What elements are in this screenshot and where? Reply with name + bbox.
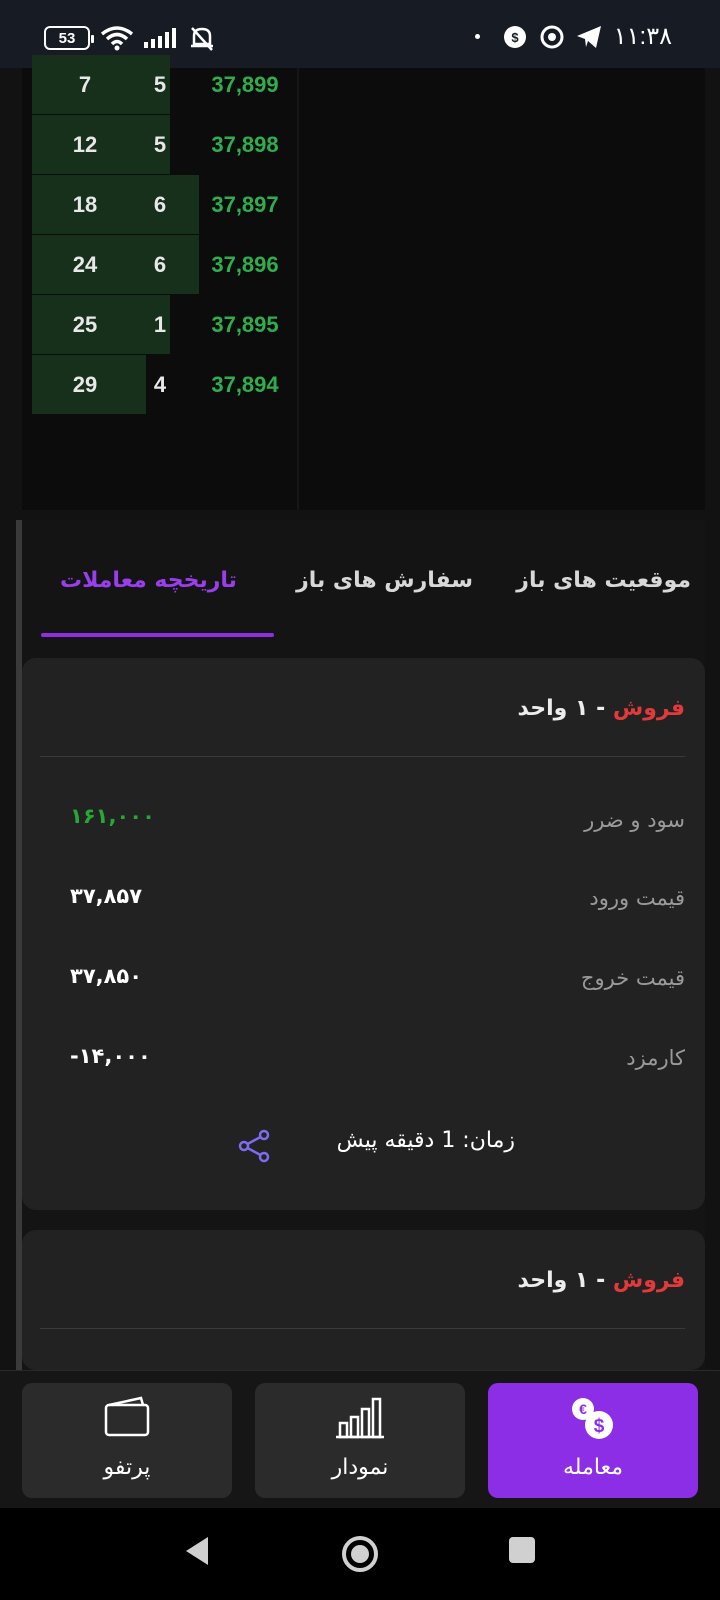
trade-quantity: - ۱ واحد [517, 1268, 613, 1293]
trades-section: موقعیت های باز سفارش های باز تاریخچه معا… [16, 520, 705, 1370]
signal-icon [144, 28, 176, 48]
currency-exchange-icon: €$ [572, 1398, 613, 1439]
trade-quantity: - ۱ واحد [517, 696, 613, 721]
tab-trade-history[interactable]: تاریخچه معاملات [60, 568, 237, 593]
cumulative-quantity: 18 [72, 192, 98, 217]
cumulative-quantity: 12 [72, 132, 98, 157]
order-book-row[interactable]: 24 6 37,896 [22, 235, 297, 294]
app-badge-icon: $ [503, 25, 526, 48]
cumulative-quantity: 24 [72, 252, 98, 277]
quantity: 5 [153, 132, 167, 157]
cumulative-quantity: 7 [78, 72, 92, 97]
bid-price: 37,899 [211, 72, 279, 97]
tabs: موقعیت های باز سفارش های باز تاریخچه معا… [22, 520, 705, 637]
card-divider [40, 756, 685, 757]
telegram-icon [576, 25, 601, 48]
recents-icon[interactable] [506, 1534, 538, 1566]
svg-text:$: $ [511, 30, 519, 45]
pnl-value: ۱۶۱,۰۰۰ [70, 804, 155, 828]
bid-price: 37,894 [211, 372, 279, 397]
clock: ۱۱:۳۸ [613, 23, 672, 50]
order-book-row[interactable]: 25 1 37,895 [22, 295, 297, 354]
entry-price-value: ۳۷,۸۵۷ [70, 884, 143, 908]
quantity: 5 [153, 72, 167, 97]
trade-title: فروش - ۱ واحد [518, 696, 685, 721]
svg-text:$: $ [594, 1416, 605, 1437]
quantity: 4 [153, 372, 167, 397]
bid-price: 37,897 [211, 192, 279, 217]
active-tab-indicator [41, 633, 274, 637]
system-nav-bar [0, 1508, 720, 1600]
battery-icon: 53 [44, 26, 94, 50]
trade-card: فروش - ۱ واحد سود و ضرر ۱۶۱,۰۰۰ قیمت ورو… [22, 658, 705, 1210]
nav-portfolio-button[interactable]: پرتفو [22, 1383, 232, 1498]
quantity: 6 [153, 192, 167, 217]
trade-time: زمان: 1 دقیقه پیش [336, 1128, 515, 1153]
order-book-row[interactable]: 29 4 37,894 [22, 355, 297, 414]
exit-price-label: قیمت خروج [580, 966, 685, 990]
tab-open-orders[interactable]: سفارش های باز [296, 568, 473, 593]
notification-dot-icon [474, 34, 480, 39]
cumulative-quantity: 25 [72, 312, 98, 337]
bid-price: 37,895 [211, 312, 279, 337]
bottom-nav: پرتفو نمودار € $ معامله [0, 1370, 720, 1508]
bid-price: 37,898 [211, 132, 279, 157]
fee-value: -۱۴,۰۰۰ [70, 1044, 151, 1068]
trade-side: فروش [612, 696, 685, 721]
nav-trade-button[interactable]: € $ معامله [488, 1383, 698, 1498]
fee-label: کارمزد [626, 1046, 685, 1070]
svg-text:€: € [579, 1401, 587, 1417]
wifi-icon [100, 26, 134, 51]
exit-price-value: ۳۷,۸۵۰ [70, 964, 143, 988]
card-divider [40, 1328, 685, 1329]
nav-portfolio-label: پرتفو [103, 1455, 151, 1480]
order-book: 7 5 37,899 12 5 37,898 18 6 37,897 24 6 37,896 25 1 37… [22, 55, 705, 510]
trade-side: فروش [612, 1268, 685, 1293]
nav-chart-button[interactable]: نمودار [255, 1383, 465, 1498]
bid-price: 37,896 [211, 252, 279, 277]
pnl-label: سود و ضرر [584, 808, 685, 832]
home-icon[interactable] [340, 1534, 380, 1574]
order-book-row[interactable]: 7 5 37,899 [22, 55, 297, 114]
order-book-row[interactable]: 12 5 37,898 [22, 115, 297, 174]
chrome-icon [540, 25, 564, 48]
bar-chart-icon [336, 1397, 384, 1439]
back-icon[interactable] [182, 1534, 212, 1568]
wallet-icon [104, 1396, 150, 1437]
cumulative-quantity: 29 [72, 372, 98, 397]
nav-chart-label: نمودار [331, 1455, 389, 1480]
bell-muted-icon [191, 27, 213, 51]
trade-title: فروش - ۱ واحد [518, 1268, 685, 1293]
nav-trade-label: معامله [563, 1455, 623, 1480]
battery-level: 53 [58, 29, 76, 47]
tab-open-positions[interactable]: موقعیت های باز [516, 568, 691, 593]
share-icon[interactable] [236, 1128, 272, 1164]
order-book-row[interactable]: 18 6 37,897 [22, 175, 297, 234]
trade-card: فروش - ۱ واحد [22, 1230, 705, 1370]
quantity: 1 [153, 312, 167, 337]
entry-price-label: قیمت ورود [589, 886, 685, 910]
quantity: 6 [153, 252, 167, 277]
